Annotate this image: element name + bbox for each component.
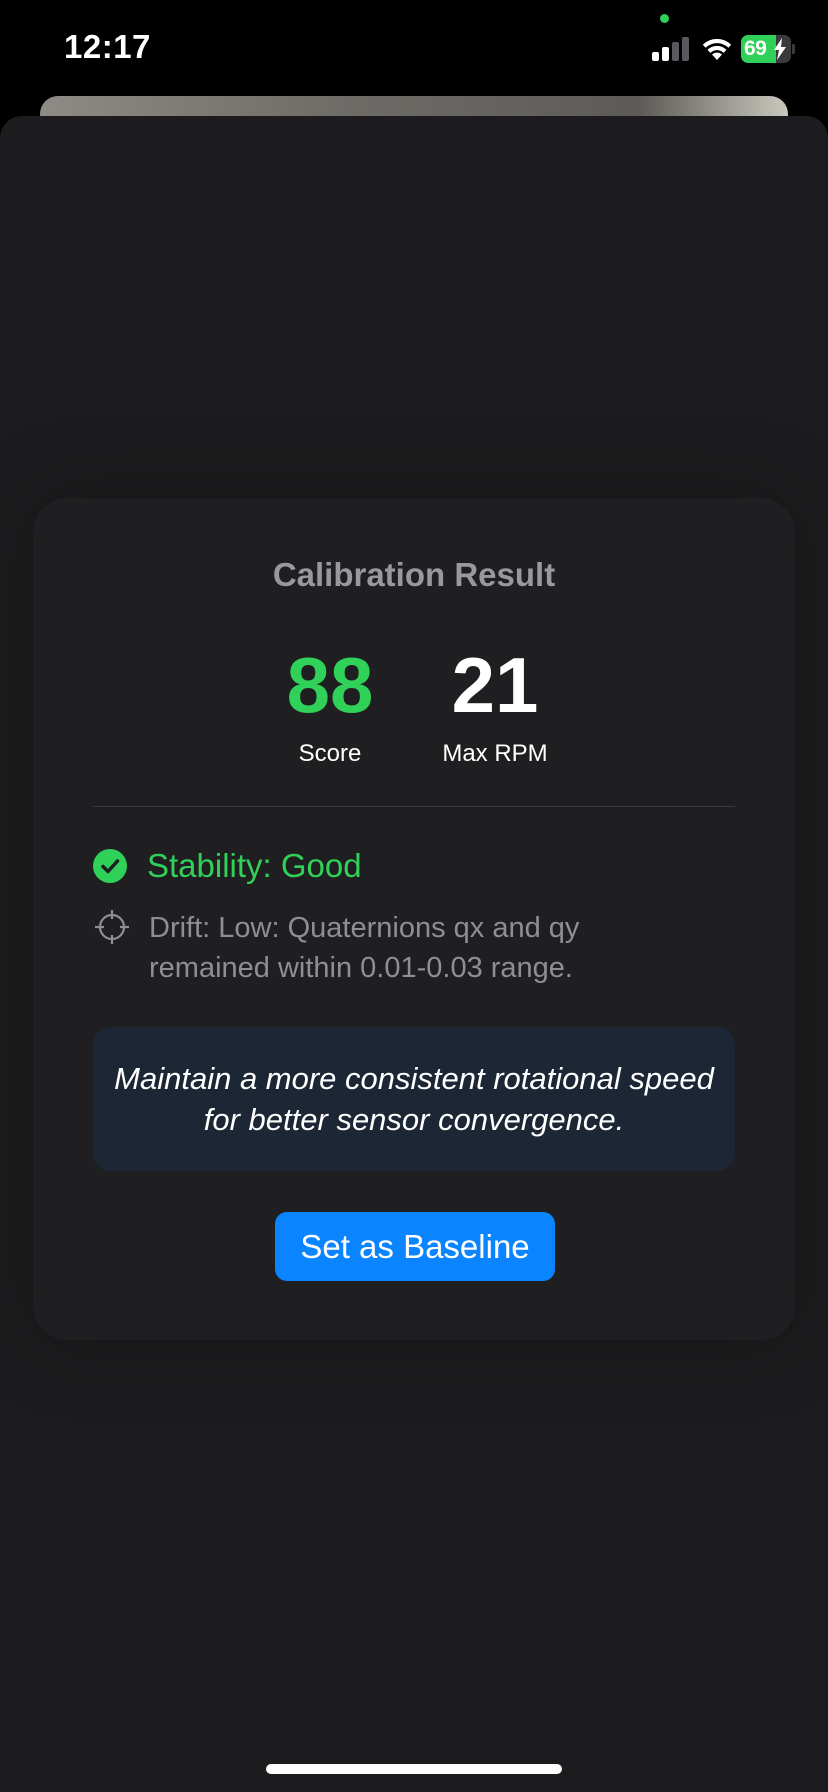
status-bar: 12:17 69 bbox=[0, 0, 828, 100]
home-indicator[interactable] bbox=[266, 1764, 562, 1774]
stability-status: Stability: Good bbox=[147, 847, 362, 884]
max-rpm-value: 21 bbox=[451, 641, 539, 729]
tip-text: Maintain a more consistent rotational sp… bbox=[114, 1061, 714, 1137]
privacy-indicator-dot bbox=[660, 14, 669, 23]
battery-level: 69 bbox=[744, 37, 767, 60]
wifi-icon bbox=[702, 38, 732, 60]
score-value: 88 bbox=[286, 641, 374, 729]
status-time: 12:17 bbox=[64, 28, 151, 65]
drift-row: Drift: Low: Quaternions qx and qy remain… bbox=[93, 908, 733, 988]
card-title: Calibration Result bbox=[272, 556, 556, 593]
battery-icon: 69 bbox=[741, 35, 791, 63]
battery-cap bbox=[792, 44, 795, 54]
charging-bolt-icon bbox=[774, 38, 786, 60]
set-as-baseline-button[interactable]: Set as Baseline bbox=[275, 1212, 555, 1281]
max-rpm-metric: 21 Max RPM bbox=[415, 646, 575, 768]
calibration-result-card: Calibration Result 88 Score 21 Max RPM S… bbox=[33, 498, 795, 1340]
signal-icon bbox=[652, 37, 690, 61]
stability-row: Stability: Good bbox=[93, 846, 362, 886]
divider bbox=[93, 806, 735, 807]
score-label: Score bbox=[298, 740, 362, 767]
tip-box: Maintain a more consistent rotational sp… bbox=[93, 1027, 735, 1171]
checkmark-circle-icon bbox=[93, 849, 127, 883]
max-rpm-label: Max RPM bbox=[442, 740, 548, 767]
drift-description: Drift: Low: Quaternions qx and qy remain… bbox=[149, 912, 580, 984]
crosshair-icon bbox=[95, 910, 129, 944]
score-metric: 88 Score bbox=[250, 646, 410, 768]
